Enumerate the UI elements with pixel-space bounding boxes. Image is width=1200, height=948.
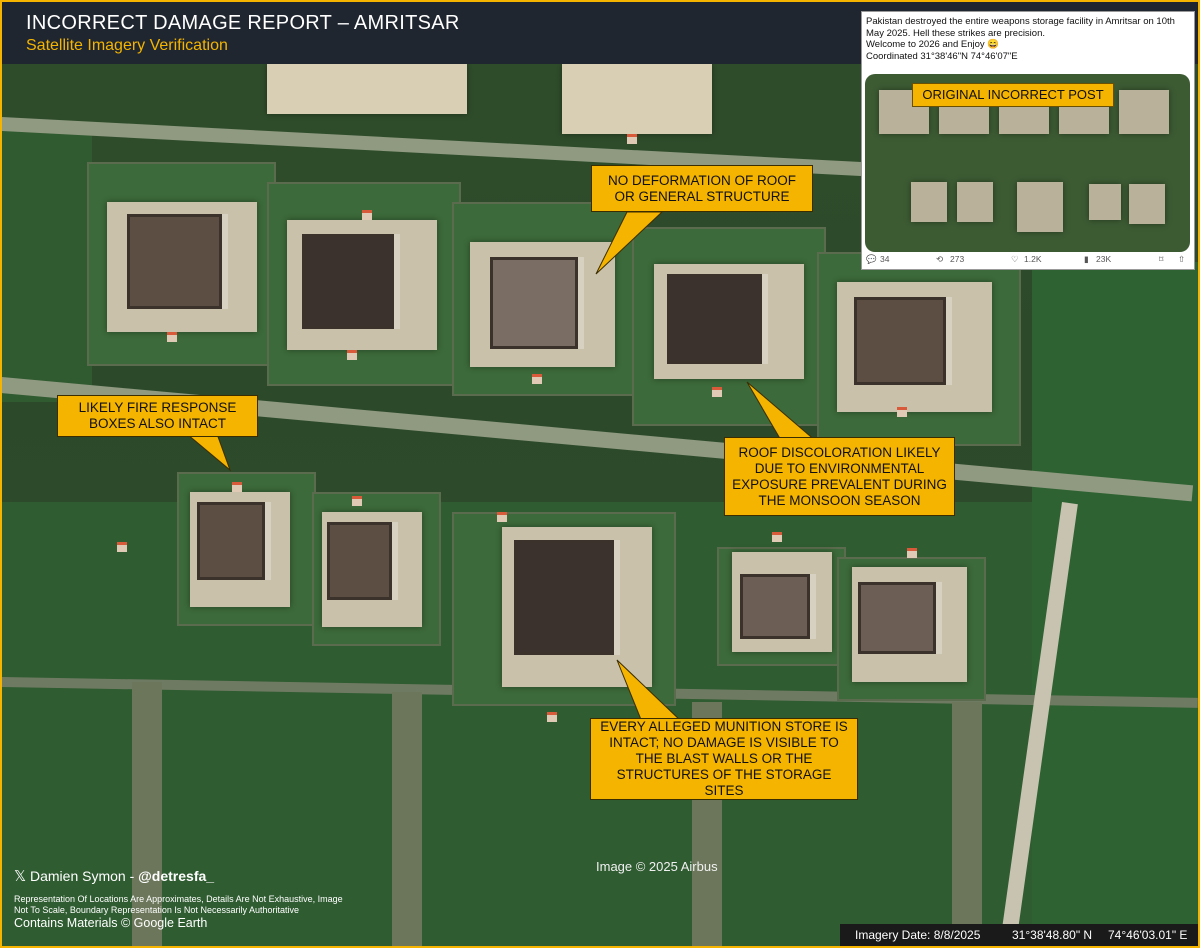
post-stats: 💬 34 ⟲ 273 ♡ 1.2K ▮ 23K ⌑ ⇧: [866, 254, 1190, 268]
imagery-info-bar: Imagery Date: 8/8/2025 31°38'48.80" N 74…: [840, 924, 1198, 946]
callout-munition: EVERY ALLEGED MUNITION STORE IS INTACT; …: [590, 718, 858, 800]
like-count: 1.2K: [1024, 254, 1042, 264]
callout-fire-boxes: LIKELY FIRE RESPONSE BOXES ALSO INTACT: [57, 395, 258, 437]
views-count: 23K: [1096, 254, 1112, 264]
callout-pointer-munition: [616, 659, 684, 723]
repost-count: 273: [950, 254, 965, 264]
disclaimer: Representation Of Locations Are Approxim…: [14, 894, 343, 915]
post-text: Pakistan destroyed the entire weapons st…: [866, 16, 1175, 39]
views-icon[interactable]: ▮: [1084, 254, 1089, 265]
author-handle: @detresfa_: [138, 868, 215, 884]
longitude: 74°46'03.01" E: [1108, 928, 1188, 942]
callout-roof-structure: NO DEFORMATION OF ROOF OR GENERAL STRUCT…: [591, 165, 813, 212]
inset-pad: [957, 182, 993, 222]
inset-pad: [911, 182, 947, 222]
original-post-label: ORIGINAL INCORRECT POST: [912, 83, 1114, 107]
satellite-image: INCORRECT DAMAGE REPORT – AMRITSAR Satel…: [0, 0, 1200, 948]
imagery-date: Imagery Date: 8/8/2025: [855, 928, 981, 942]
inset-pad: [1119, 90, 1169, 134]
post-text-line2: Welcome to 2026 and Enjoy 😄: [866, 39, 1000, 50]
repost-icon[interactable]: ⟲: [936, 254, 943, 265]
post-text-line3: Coordinated 31°38'46"N 74°46'07"E: [866, 50, 1018, 62]
callout-pointer-roof: [595, 211, 664, 275]
inset-pad: [1017, 182, 1063, 232]
bookmark-icon[interactable]: ⌑: [1159, 254, 1163, 265]
inset-pad: [1129, 184, 1165, 224]
share-icon[interactable]: ⇧: [1178, 254, 1185, 265]
inset-pad: [1089, 184, 1121, 220]
author-name: Damien Symon -: [29, 868, 139, 884]
image-credit: Image © 2025 Airbus: [596, 859, 718, 874]
callout-discoloration: ROOF DISCOLORATION LIKELY DUE TO ENVIRON…: [724, 437, 955, 516]
latitude: 31°38'48.80" N: [1012, 928, 1093, 942]
x-logo-icon: 𝕏: [14, 868, 27, 885]
author-credit: 𝕏 Damien Symon - @detresfa_: [14, 867, 214, 885]
like-icon[interactable]: ♡: [1011, 254, 1019, 265]
original-post-inset: Pakistan destroyed the entire weapons st…: [861, 11, 1195, 270]
post-text-block: Pakistan destroyed the entire weapons st…: [866, 16, 1190, 62]
reply-icon[interactable]: 💬: [866, 254, 877, 265]
reply-count: 34: [880, 254, 890, 264]
callout-pointer-fire: [185, 433, 232, 472]
google-earth-credit: Contains Materials © Google Earth: [14, 916, 208, 930]
callout-pointer-discoloration: [746, 381, 819, 443]
